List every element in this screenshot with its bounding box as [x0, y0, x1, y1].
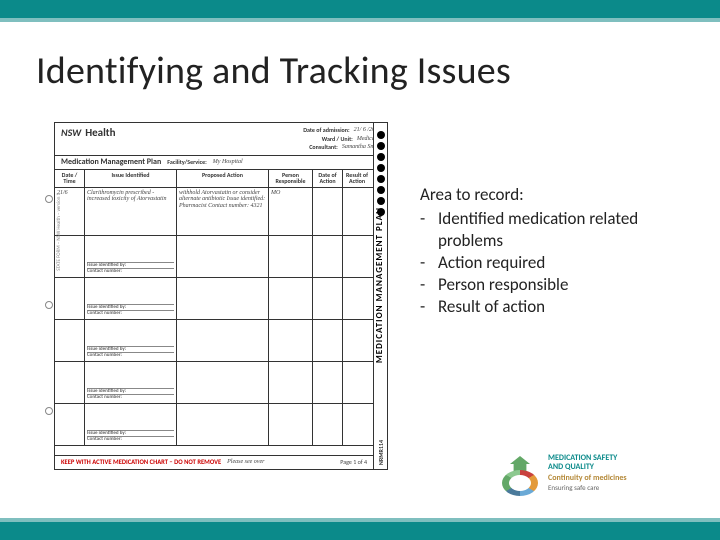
table-row: Issue identified by: Contact number: — [55, 278, 387, 320]
form-header: NSW Health Date of admission: 21/ 6 /201… — [55, 123, 387, 156]
plan-title-row: Medication Management Plan Facility/Serv… — [55, 156, 387, 170]
slide: Identifying and Tracking Issues STATE FO… — [0, 0, 720, 540]
punch-hole-icon — [45, 301, 53, 309]
consultant-label: Consultant: — [309, 144, 338, 151]
col-date-header: Date / Time — [55, 170, 85, 187]
col-issue-header: Issue Identified — [85, 170, 177, 187]
top-bar — [0, 0, 720, 18]
cell-result — [343, 188, 371, 235]
medication-safety-icon — [502, 454, 542, 498]
list-item: -Result of action — [420, 296, 680, 318]
list-item: -Identified medication related problems — [420, 208, 680, 252]
table-row: Issue identified by: Contact number: — [55, 404, 387, 446]
form-footer: KEEP WITH ACTIVE MEDICATION CHART – DO N… — [55, 455, 373, 469]
bullet-text: Identified medication related problems — [438, 208, 680, 252]
cell-issue: Clarithromycin prescribed - increased to… — [85, 188, 177, 235]
col-person-header: Person Responsible — [269, 170, 313, 187]
footer-logo: MEDICATION SAFETY AND QUALITY Continuity… — [502, 454, 680, 508]
form-left-code: STATE FORM – NSW Health – version 1 — [57, 193, 63, 271]
cell-action: withhold Atorvastatin or consider altern… — [177, 188, 269, 235]
logo-text: MEDICATION SAFETY AND QUALITY Continuity… — [548, 454, 627, 508]
text-content: Area to record: -Identified medication r… — [420, 184, 680, 319]
bullet-list: -Identified medication related problems … — [420, 208, 680, 318]
issue-footer-cell: Issue identified by: Contact number: — [85, 236, 177, 277]
doa-row: Date of admission: 21/ 6 /2013 — [303, 127, 381, 134]
form-column-headers: Date / Time Issue Identified Proposed Ac… — [55, 170, 387, 188]
ward-label: Ward / Unit: — [322, 136, 353, 143]
consultant-row: Consultant: Samantha Smith — [303, 144, 381, 151]
side-tab-code: NRMR114 — [378, 440, 385, 465]
top-bar-line — [0, 18, 720, 22]
form-side-tab: MEDICATION MANAGEMENT PLAN NRMR114 — [373, 123, 387, 469]
table-row: Issue identified by: Contact number: — [55, 362, 387, 404]
contact-footer: Contact number: — [87, 268, 174, 275]
tab-dots-icon — [377, 131, 385, 216]
form-header-right: Date of admission: 21/ 6 /2013 Ward / Un… — [303, 127, 381, 153]
table-row: Issue identified by: Contact number: — [55, 320, 387, 362]
form-grid-body: 21/6 Clarithromycin prescribed - increas… — [55, 188, 387, 446]
cell-dateact — [313, 188, 343, 235]
agency-sub-text: Health — [85, 127, 115, 139]
agency-logo-text: NSW — [61, 127, 81, 138]
form-thumbnail: STATE FORM – NSW Health – version 1 NSW … — [54, 122, 388, 470]
cell-person: MO — [269, 188, 313, 235]
footer-page: Page 1 of 4 — [340, 459, 367, 466]
bullet-text: Person responsible — [438, 274, 568, 296]
bottom-bar — [0, 522, 720, 540]
bottom-bar-line — [0, 518, 720, 522]
facility-value: My Hospital — [213, 159, 243, 166]
table-row: Issue identified by: Contact number: — [55, 236, 387, 278]
logo-line-2: AND QUALITY — [548, 463, 627, 472]
col-result-header: Result of Action — [343, 170, 371, 187]
col-action-header: Proposed Action — [177, 170, 269, 187]
contact-label: Contact number: — [87, 269, 122, 275]
punch-hole-icon — [45, 407, 53, 415]
bullet-text: Result of action — [438, 296, 545, 318]
list-item: -Person responsible — [420, 274, 680, 296]
doa-label: Date of admission: — [303, 127, 349, 134]
bullet-text: Action required — [438, 252, 545, 274]
footer-warning: KEEP WITH ACTIVE MEDICATION CHART – DO N… — [61, 459, 221, 466]
ward-row: Ward / Unit: Medical 1 — [303, 136, 381, 143]
form-agency: NSW Health — [61, 127, 116, 139]
page-title: Identifying and Tracking Issues — [36, 48, 511, 94]
footer-handwritten: Please see over — [227, 459, 264, 466]
facility-label: Facility/Service: — [167, 159, 207, 166]
col-dateact-header: Date of Action — [313, 170, 343, 187]
text-heading: Area to record: — [420, 184, 680, 206]
logo-line-4: Ensuring safe care — [548, 484, 627, 492]
side-tab-label: MEDICATION MANAGEMENT PLAN — [375, 207, 385, 363]
table-row: 21/6 Clarithromycin prescribed - increas… — [55, 188, 387, 236]
plan-title: Medication Management Plan — [61, 158, 161, 167]
punch-hole-icon — [45, 195, 53, 203]
list-item: -Action required — [420, 252, 680, 274]
